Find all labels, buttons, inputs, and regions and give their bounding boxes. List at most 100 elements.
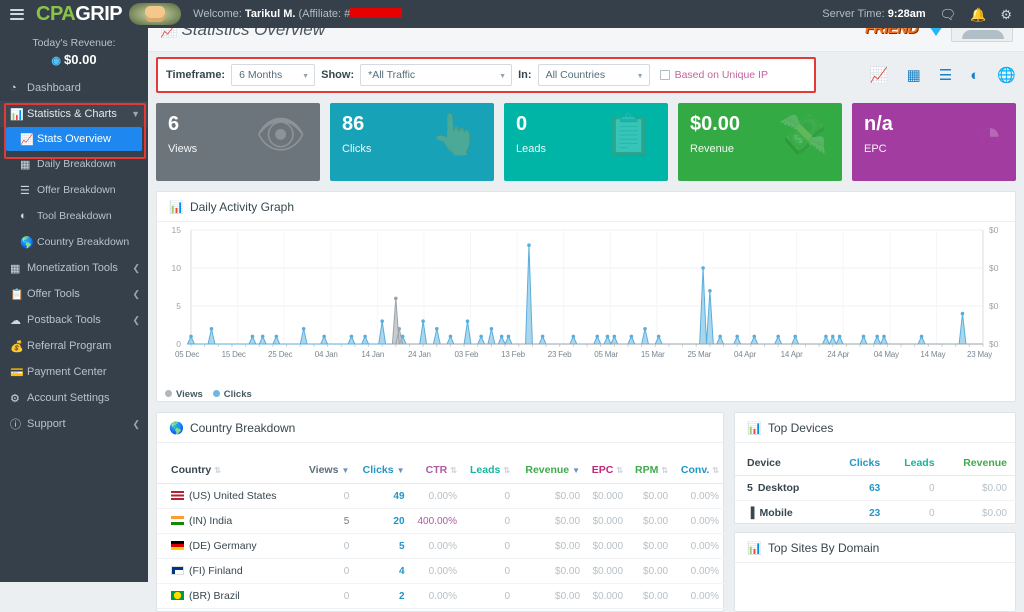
legend-item-views[interactable]: Views [165,389,203,400]
sidebar-item-dashboard[interactable]: ◔ Dashboard [0,75,148,101]
sidebar-item-offer-tools[interactable]: 📋 Offer Tools ❮ [0,281,148,307]
sidebar-item-offer-breakdown[interactable]: ☰ Offer Breakdown [0,177,148,203]
chevron-down-icon: ▼ [302,73,309,80]
dashboard-icon: ◔ [10,82,27,94]
clipboard-list-icon: 📋 [604,115,654,155]
welcome-text: Welcome: Tarikul M. (Affiliate: # [193,8,402,20]
stat-value: n/a [864,113,893,136]
column-header-country[interactable]: Country ⇅ [157,457,302,484]
table-row[interactable]: (US) United States 0 49 0.00% 0 $0.00 $0.000 $0… [157,484,725,509]
line-chart-view-icon[interactable]: 📈 [870,68,889,83]
unique-ip-label: Based on Unique IP [675,69,768,81]
show-label: Show: [321,69,354,81]
cell-revenue: $0.00 [516,559,586,584]
column-header-revenue[interactable]: Revenue [945,451,1017,476]
bar-chart-icon: 📊 [747,541,762,555]
timeframe-select[interactable]: 6 Months ▼ [231,64,315,86]
table-row[interactable]: (FI) Finland 0 4 0.00% 0 $0.00 $0.000 $0.00 0.00… [157,559,725,584]
cloud-icon: ☁ [10,314,27,327]
coin-icon: 💰 [10,340,27,353]
pie-chart-view-icon[interactable]: ◐ [970,68,979,83]
cell-conv: 0.00% [674,584,725,609]
table-row[interactable]: ▐ Mobile 23 0 $0.00 [735,501,1017,526]
sidebar-item-referral-program[interactable]: 💰 Referral Program [0,333,148,359]
in-label: In: [518,69,531,81]
unique-ip-checkbox-wrap[interactable]: Based on Unique IP [660,69,768,81]
chart-y-tick: 5 [165,301,181,311]
globe-view-icon[interactable]: 🌐 [997,68,1016,83]
gear-icon[interactable]: ⚙ [1000,8,1012,21]
column-header-revenue[interactable]: Revenue ▼ [516,457,586,484]
show-select[interactable]: *All Traffic ▼ [360,64,512,86]
activity-chart[interactable]: 0 5 10 15 $0 $0 $0 $0 05 Dec 15 Dec 25 Dec 04 Jan… [157,222,1017,402]
column-header-rpm[interactable]: RPM ⇅ [629,457,674,484]
column-header-leads[interactable]: Leads [890,451,944,476]
sort-icon[interactable]: ⇅ [616,466,623,475]
sort-desc-icon[interactable]: ▼ [397,466,405,475]
table-view-icon[interactable]: ▦ [907,68,921,83]
flag-icon-br [171,591,184,600]
chat-icon[interactable]: 🗨 [940,8,957,21]
stat-card-revenue[interactable]: $0.00 Revenue 💸 [678,103,842,181]
chevron-left-icon: ❮ [132,289,140,300]
todays-revenue-label: Today's Revenue: [0,37,148,49]
column-header-device[interactable]: Device [735,451,835,476]
table-row[interactable]: (DE) Germany 0 5 0.00% 0 $0.00 $0.000 $0.00 0.00… [157,534,725,559]
legend-item-clicks[interactable]: Clicks [213,389,252,400]
sidebar-item-daily-breakdown[interactable]: ▦ Daily Breakdown [0,151,148,177]
sidebar-item-monetization-tools[interactable]: ▦ Monetization Tools ❮ [0,255,148,281]
sidebar-item-postback-tools[interactable]: ☁ Postback Tools ❮ [0,307,148,333]
sidebar-item-support[interactable]: ⓘ Support ❮ [0,411,148,437]
table-row[interactable]: (BR) Brazil 0 2 0.00% 0 $0.00 $0.000 $0.00 0.00% [157,584,725,609]
stat-card-clicks[interactable]: 86 Clicks 👆 [330,103,494,181]
table-row[interactable]: (IN) India 5 20 400.00% 0 $0.00 $0.000 $0.00 0.0… [157,509,725,534]
sidebar-item-stats-overview[interactable]: 📈 Stats Overview [6,127,142,151]
sidebar-item-account-settings[interactable]: ⚙ Account Settings [0,385,148,411]
sort-icon[interactable]: ⇅ [214,466,221,475]
country-select[interactable]: All Countries ▼ [538,64,650,86]
column-header-leads[interactable]: Leads ⇅ [463,457,516,484]
chart-x-tick: 14 Jan [361,350,384,359]
stat-label: Views [168,143,197,155]
stat-card-epc[interactable]: n/a EPC ◔ [852,103,1016,181]
bell-icon[interactable]: 🔔 [970,8,986,21]
column-header-conv[interactable]: Conv. ⇅ [674,457,725,484]
column-header-epc[interactable]: EPC ⇅ [586,457,629,484]
sidebar-item-statistics-charts[interactable]: 📊 Statistics & Charts ▼ [0,101,148,127]
table-body: (US) United States 0 49 0.00% 0 $0.00 $0.000 $0… [157,484,725,609]
stat-card-views[interactable]: 6 Views 👁 [156,103,320,181]
sidebar-item-label: Statistics & Charts [27,108,131,120]
sort-icon[interactable]: ⇅ [503,466,510,475]
column-header-ctr[interactable]: CTR ⇅ [411,457,463,484]
sort-desc-icon[interactable]: ▼ [572,466,580,475]
app-logo[interactable]: CPAGRIP [36,4,122,24]
chart-x-tick: 14 Apr [781,350,803,359]
chart-x-tick: 04 Jan [315,350,338,359]
sidebar-item-payment-center[interactable]: 💳 Payment Center [0,359,148,385]
chart-x-tick: 13 Feb [501,350,525,359]
hand-money-icon: 💸 [778,115,828,155]
sort-desc-icon[interactable]: ▼ [341,466,349,475]
menu-icon[interactable] [10,6,24,22]
sort-icon[interactable]: ⇅ [712,466,719,475]
country-name: (US) United States [189,490,277,502]
sidebar-item-tool-breakdown[interactable]: ◐ Tool Breakdown [0,203,148,229]
column-header-clicks[interactable]: Clicks [835,451,890,476]
sort-icon[interactable]: ⇅ [450,466,457,475]
device-name: Mobile [759,507,792,519]
top-bar: CPAGRIP Welcome: Tarikul M. (Affiliate: … [0,0,1024,28]
sidebar-item-country-breakdown[interactable]: 🌎 Country Breakdown [0,229,148,255]
unique-ip-checkbox[interactable] [660,70,670,80]
column-header-label: Revenue [525,464,569,476]
stat-card-leads[interactable]: 0 Leads 📋 [504,103,668,181]
list-view-icon[interactable]: ☰ [939,68,952,83]
column-header-label: Conv. [681,464,709,476]
column-header-views[interactable]: Views ▼ [302,457,356,484]
column-header-clicks[interactable]: Clicks ▼ [355,457,410,484]
chart-x-tick: 15 Dec [222,350,246,359]
table-row[interactable]: ὚5 Desktop 63 0 $0.00 [735,476,1017,501]
sidebar-item-label: Offer Breakdown [37,184,140,196]
table-header-row: Device Clicks Leads Revenue [735,451,1017,476]
flag-icon-in [171,516,184,525]
sort-icon[interactable]: ⇅ [661,466,668,475]
